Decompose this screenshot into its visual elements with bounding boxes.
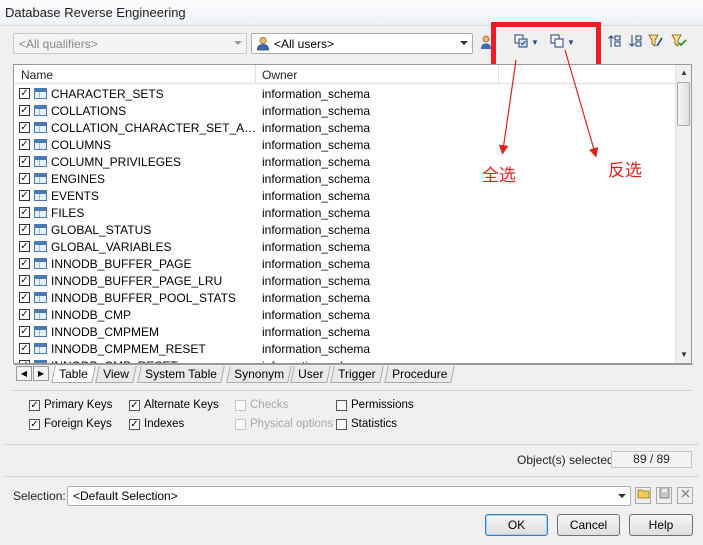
invert-arrow [564,49,599,158]
tab-table[interactable]: Table [51,366,96,383]
select-all-annotation: 全选 [482,166,516,186]
invert-annotation: 反选 [608,161,642,181]
select-all-arrow [498,59,517,155]
annotation-arrows [498,49,599,158]
